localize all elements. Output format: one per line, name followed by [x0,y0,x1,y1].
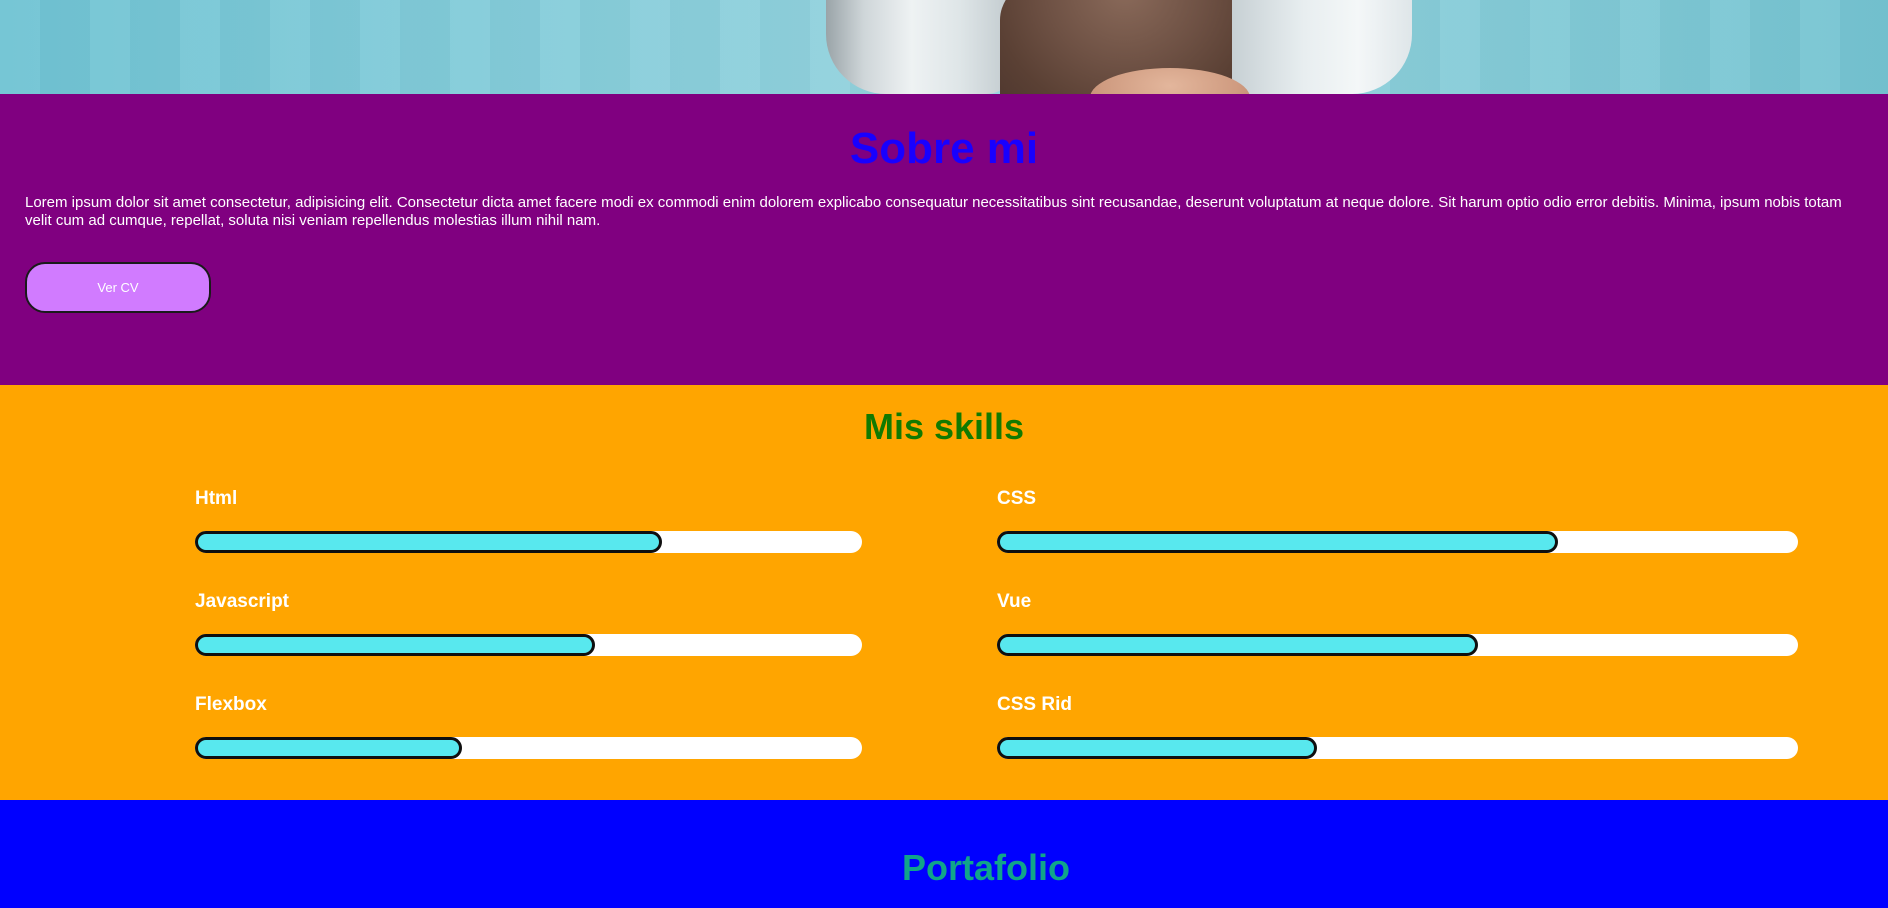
skill-bar-fill [997,634,1478,656]
skill-bar-track [997,634,1798,656]
skill-name: Vue [997,591,1032,612]
skills-section: Mis skills Html CSS Javascript Vue Flexb… [0,385,1888,800]
about-section: Sobre mi Lorem ipsum dolor sit amet cons… [0,94,1888,385]
skill-css-rid: CSS Rid [997,694,1798,759]
skill-vue: Vue [997,591,1798,656]
skill-name: Javascript [195,591,290,612]
skill-css: CSS [997,488,1798,553]
skill-bar-fill [195,737,462,759]
about-text: Lorem ipsum dolor sit amet consectetur, … [25,194,1842,229]
skill-name: Html [195,488,238,509]
ver-cv-button[interactable]: Ver CV [25,262,211,313]
skill-bar-track [997,531,1798,553]
skill-name: Flexbox [195,694,267,715]
skill-javascript: Javascript [195,591,862,656]
skill-bar-track [195,531,862,553]
hero-shirt [826,0,1016,94]
skill-bar-fill [195,634,596,656]
skill-flexbox: Flexbox [195,694,862,759]
portfolio-title: Portafolio [902,847,1070,888]
skill-bar-fill [195,531,662,553]
portfolio-section: Portafolio [0,800,1888,908]
skills-title: Mis skills [863,406,1025,447]
skill-bar-track [997,737,1798,759]
skill-bar-track [195,737,862,759]
hero-shirt-sleeve [1232,0,1412,94]
skill-name: CSS [997,488,1037,509]
skill-bar-fill [997,531,1558,553]
skill-bar-fill [997,737,1318,759]
about-title: Sobre mi [849,124,1039,173]
hero-image [0,0,1888,94]
skill-bar-track [195,634,862,656]
skill-html: Html [195,488,862,553]
skill-name: CSS Rid [997,694,1072,715]
